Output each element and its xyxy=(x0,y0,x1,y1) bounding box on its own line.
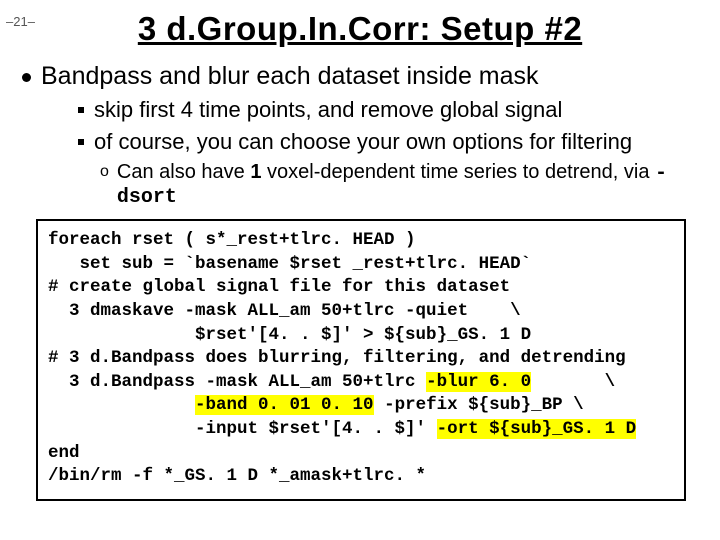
code-line-7: 3 d.Bandpass -mask ALL_am 50+tlrc -blur … xyxy=(48,372,615,392)
bullet-dot-icon xyxy=(22,73,31,82)
code-l8-post: -prefix ${sub}_BP \ xyxy=(374,395,584,415)
code-line-6: # 3 d.Bandpass does blurring, filtering,… xyxy=(48,348,626,368)
bullet-square-icon xyxy=(78,107,84,113)
code-line-10: end xyxy=(48,443,80,463)
code-l7-pre: 3 d.Bandpass -mask ALL_am 50+tlrc xyxy=(48,372,426,392)
bullet-o-icon: o xyxy=(100,163,109,181)
code-line-8: -band 0. 01 0. 10 -prefix ${sub}_BP \ xyxy=(48,395,584,415)
bullet-square-icon xyxy=(78,139,84,145)
code-line-9: -input $rset'[4. . $]' -ort ${sub}_GS. 1… xyxy=(48,419,636,439)
code-l8-highlight: -band 0. 01 0. 10 xyxy=(195,395,374,415)
content-area: Bandpass and blur each dataset inside ma… xyxy=(0,48,720,501)
bullet-level3-text: Can also have 1 voxel-dependent time ser… xyxy=(117,161,700,209)
code-l7-highlight: -blur 6. 0 xyxy=(426,372,531,392)
lvl3-pre: Can also have xyxy=(117,161,250,183)
bullet-level2-a: skip first 4 time points, and remove glo… xyxy=(78,97,700,123)
lvl3-mid: voxel-dependent time series to detrend, … xyxy=(261,161,655,183)
code-block: foreach rset ( s*_rest+tlrc. HEAD ) set … xyxy=(36,219,686,501)
code-line-4: 3 dmaskave -mask ALL_am 50+tlrc -quiet \ xyxy=(48,301,521,321)
bullet-level1-text: Bandpass and blur each dataset inside ma… xyxy=(41,62,539,91)
code-line-3: # create global signal file for this dat… xyxy=(48,277,510,297)
code-line-11: /bin/rm -f *_GS. 1 D *_amask+tlrc. * xyxy=(48,466,426,486)
code-line-1: foreach rset ( s*_rest+tlrc. HEAD ) xyxy=(48,230,416,250)
lvl3-bold: 1 xyxy=(250,161,261,183)
code-l9-highlight: -ort ${sub}_GS. 1 D xyxy=(437,419,637,439)
code-line-5: $rset'[4. . $]' > ${sub}_GS. 1 D xyxy=(48,325,531,345)
code-l8-pre xyxy=(48,395,195,415)
code-l9-pre: -input $rset'[4. . $]' xyxy=(48,419,437,439)
slide: –21– 3 d.Group.In.Corr: Setup #2 Bandpas… xyxy=(0,10,720,540)
bullet-level1: Bandpass and blur each dataset inside ma… xyxy=(22,62,700,91)
bullet-level2-a-text: skip first 4 time points, and remove glo… xyxy=(94,97,562,123)
bullet-level2-b: of course, you can choose your own optio… xyxy=(78,129,700,155)
bullet-level3: o Can also have 1 voxel-dependent time s… xyxy=(100,161,700,209)
slide-title: 3 d.Group.In.Corr: Setup #2 xyxy=(0,10,720,48)
code-l7-post: \ xyxy=(531,372,615,392)
bullet-level2-b-text: of course, you can choose your own optio… xyxy=(94,129,632,155)
page-number: –21– xyxy=(6,14,35,29)
code-line-2: set sub = `basename $rset _rest+tlrc. HE… xyxy=(48,254,531,274)
